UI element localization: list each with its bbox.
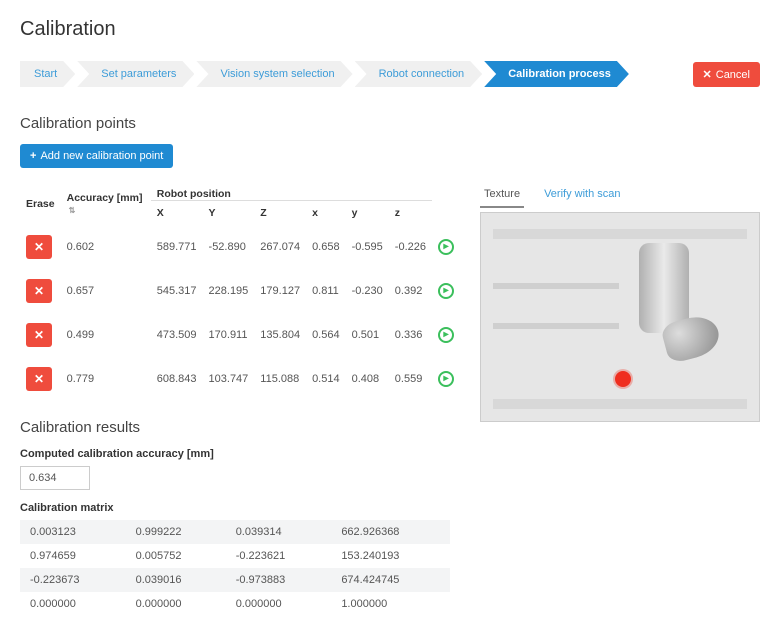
cell-X: 545.317 [151, 269, 203, 313]
matrix-cell: -0.223673 [20, 568, 126, 592]
erase-point-button[interactable]: ✕ [26, 367, 52, 391]
cell-Y: 103.747 [203, 357, 255, 401]
cell-x: 0.514 [306, 357, 346, 401]
cell-Z: 267.074 [254, 225, 306, 269]
cell-X: 608.843 [151, 357, 203, 401]
page-title: Calibration [20, 18, 760, 41]
wizard-bar: StartSet parametersVision system selecti… [20, 61, 760, 87]
cell-y: 0.408 [346, 357, 389, 401]
calibration-points-table: Erase Accuracy [mm] ⇅ Robot position X Y… [20, 182, 460, 401]
table-row: ✕ 0.602589.771-52.890267.0740.658-0.595-0… [20, 225, 460, 269]
calibration-marker [615, 371, 631, 387]
cell-y: -0.595 [346, 225, 389, 269]
computed-accuracy-value: 0.634 [20, 466, 90, 490]
cell-y: 0.501 [346, 313, 389, 357]
sort-icon: ⇅ [69, 206, 76, 215]
cell-Z: 179.127 [254, 269, 306, 313]
matrix-cell: 674.424745 [331, 568, 450, 592]
record-point-button[interactable]: ▸ [438, 327, 454, 343]
cell-x: 0.811 [306, 269, 346, 313]
wizard-step-3[interactable]: Robot connection [355, 61, 483, 87]
record-point-button[interactable]: ▸ [438, 283, 454, 299]
wizard-step-4[interactable]: Calibration process [484, 61, 629, 87]
matrix-label: Calibration matrix [20, 502, 450, 514]
cell-z: -0.226 [389, 225, 432, 269]
wizard-step-2[interactable]: Vision system selection [196, 61, 352, 87]
calibration-matrix-table: 0.0031230.9992220.039314662.926368 0.9746… [20, 520, 450, 616]
cell-Y: 228.195 [203, 269, 255, 313]
matrix-cell: 662.926368 [331, 520, 450, 544]
matrix-cell: 1.000000 [331, 592, 450, 616]
matrix-cell: 153.240193 [331, 544, 450, 568]
cell-x: 0.564 [306, 313, 346, 357]
cell-accuracy: 0.602 [61, 225, 151, 269]
cell-accuracy: 0.779 [61, 357, 151, 401]
wizard-step-1[interactable]: Set parameters [77, 61, 194, 87]
cell-y: -0.230 [346, 269, 389, 313]
matrix-cell: 0.000000 [20, 592, 126, 616]
plus-icon: + [30, 150, 36, 162]
cell-z: 0.392 [389, 269, 432, 313]
col-X: X [151, 201, 203, 226]
matrix-cell: 0.000000 [226, 592, 332, 616]
col-erase: Erase [20, 182, 61, 225]
matrix-cell: 0.999222 [126, 520, 226, 544]
record-point-button[interactable]: ▸ [438, 371, 454, 387]
cancel-button[interactable]: ✕ Cancel [693, 62, 760, 87]
points-section-title: Calibration points [20, 115, 760, 132]
wizard-step-0[interactable]: Start [20, 61, 75, 87]
matrix-cell: 0.000000 [126, 592, 226, 616]
add-calibration-point-button[interactable]: + Add new calibration point [20, 144, 173, 168]
cell-z: 0.336 [389, 313, 432, 357]
record-point-button[interactable]: ▸ [438, 239, 454, 255]
col-accuracy[interactable]: Accuracy [mm] ⇅ [61, 182, 151, 225]
col-y: y [346, 201, 389, 226]
matrix-cell: -0.223621 [226, 544, 332, 568]
matrix-cell: 0.039016 [126, 568, 226, 592]
erase-point-button[interactable]: ✕ [26, 235, 52, 259]
cell-Y: -52.890 [203, 225, 255, 269]
matrix-cell: 0.003123 [20, 520, 126, 544]
table-row: ✕ 0.499473.509170.911135.8040.5640.5010.3… [20, 313, 460, 357]
cell-X: 473.509 [151, 313, 203, 357]
preview-tab-1[interactable]: Verify with scan [540, 182, 624, 208]
cell-x: 0.658 [306, 225, 346, 269]
col-Y: Y [203, 201, 255, 226]
table-row: ✕ 0.657545.317228.195179.1270.811-0.2300.… [20, 269, 460, 313]
results-section-title: Calibration results [20, 419, 450, 436]
matrix-cell: -0.973883 [226, 568, 332, 592]
col-group-robot-position: Robot position [151, 182, 432, 201]
col-Z: Z [254, 201, 306, 226]
matrix-cell: 0.039314 [226, 520, 332, 544]
erase-point-button[interactable]: ✕ [26, 279, 52, 303]
erase-point-button[interactable]: ✕ [26, 323, 52, 347]
col-z: z [389, 201, 432, 226]
table-row: ✕ 0.779608.843103.747115.0880.5140.4080.5… [20, 357, 460, 401]
cancel-label: Cancel [716, 69, 750, 81]
matrix-cell: 0.005752 [126, 544, 226, 568]
preview-tab-0[interactable]: Texture [480, 182, 524, 208]
cell-accuracy: 0.657 [61, 269, 151, 313]
computed-accuracy-label: Computed calibration accuracy [mm] [20, 448, 450, 460]
cell-z: 0.559 [389, 357, 432, 401]
cell-Z: 135.804 [254, 313, 306, 357]
add-point-label: Add new calibration point [40, 150, 163, 162]
col-accuracy-label: Accuracy [mm] [67, 192, 143, 204]
cell-Y: 170.911 [203, 313, 255, 357]
close-icon: ✕ [703, 69, 712, 81]
texture-preview-image[interactable] [480, 212, 760, 422]
cell-X: 589.771 [151, 225, 203, 269]
cell-accuracy: 0.499 [61, 313, 151, 357]
matrix-cell: 0.974659 [20, 544, 126, 568]
col-x: x [306, 201, 346, 226]
cell-Z: 115.088 [254, 357, 306, 401]
